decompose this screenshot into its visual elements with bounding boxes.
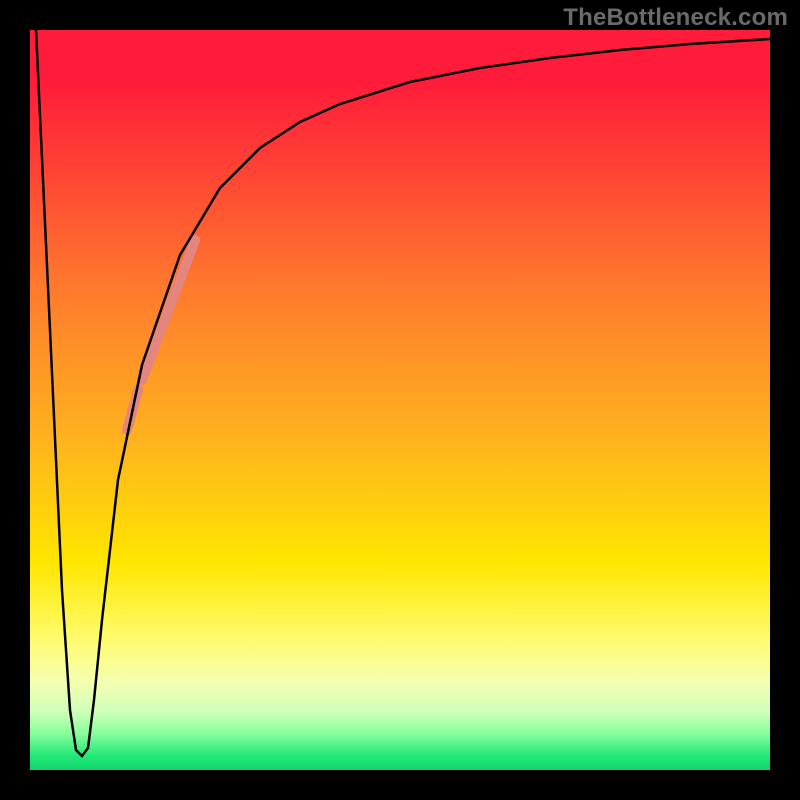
- highlight-segment-upper: [142, 240, 195, 380]
- curve-svg: [30, 30, 770, 770]
- chart-frame: TheBottleneck.com: [0, 0, 800, 800]
- watermark-text: TheBottleneck.com: [563, 4, 788, 32]
- bottleneck-curve: [36, 30, 770, 756]
- plot-area: [30, 30, 770, 770]
